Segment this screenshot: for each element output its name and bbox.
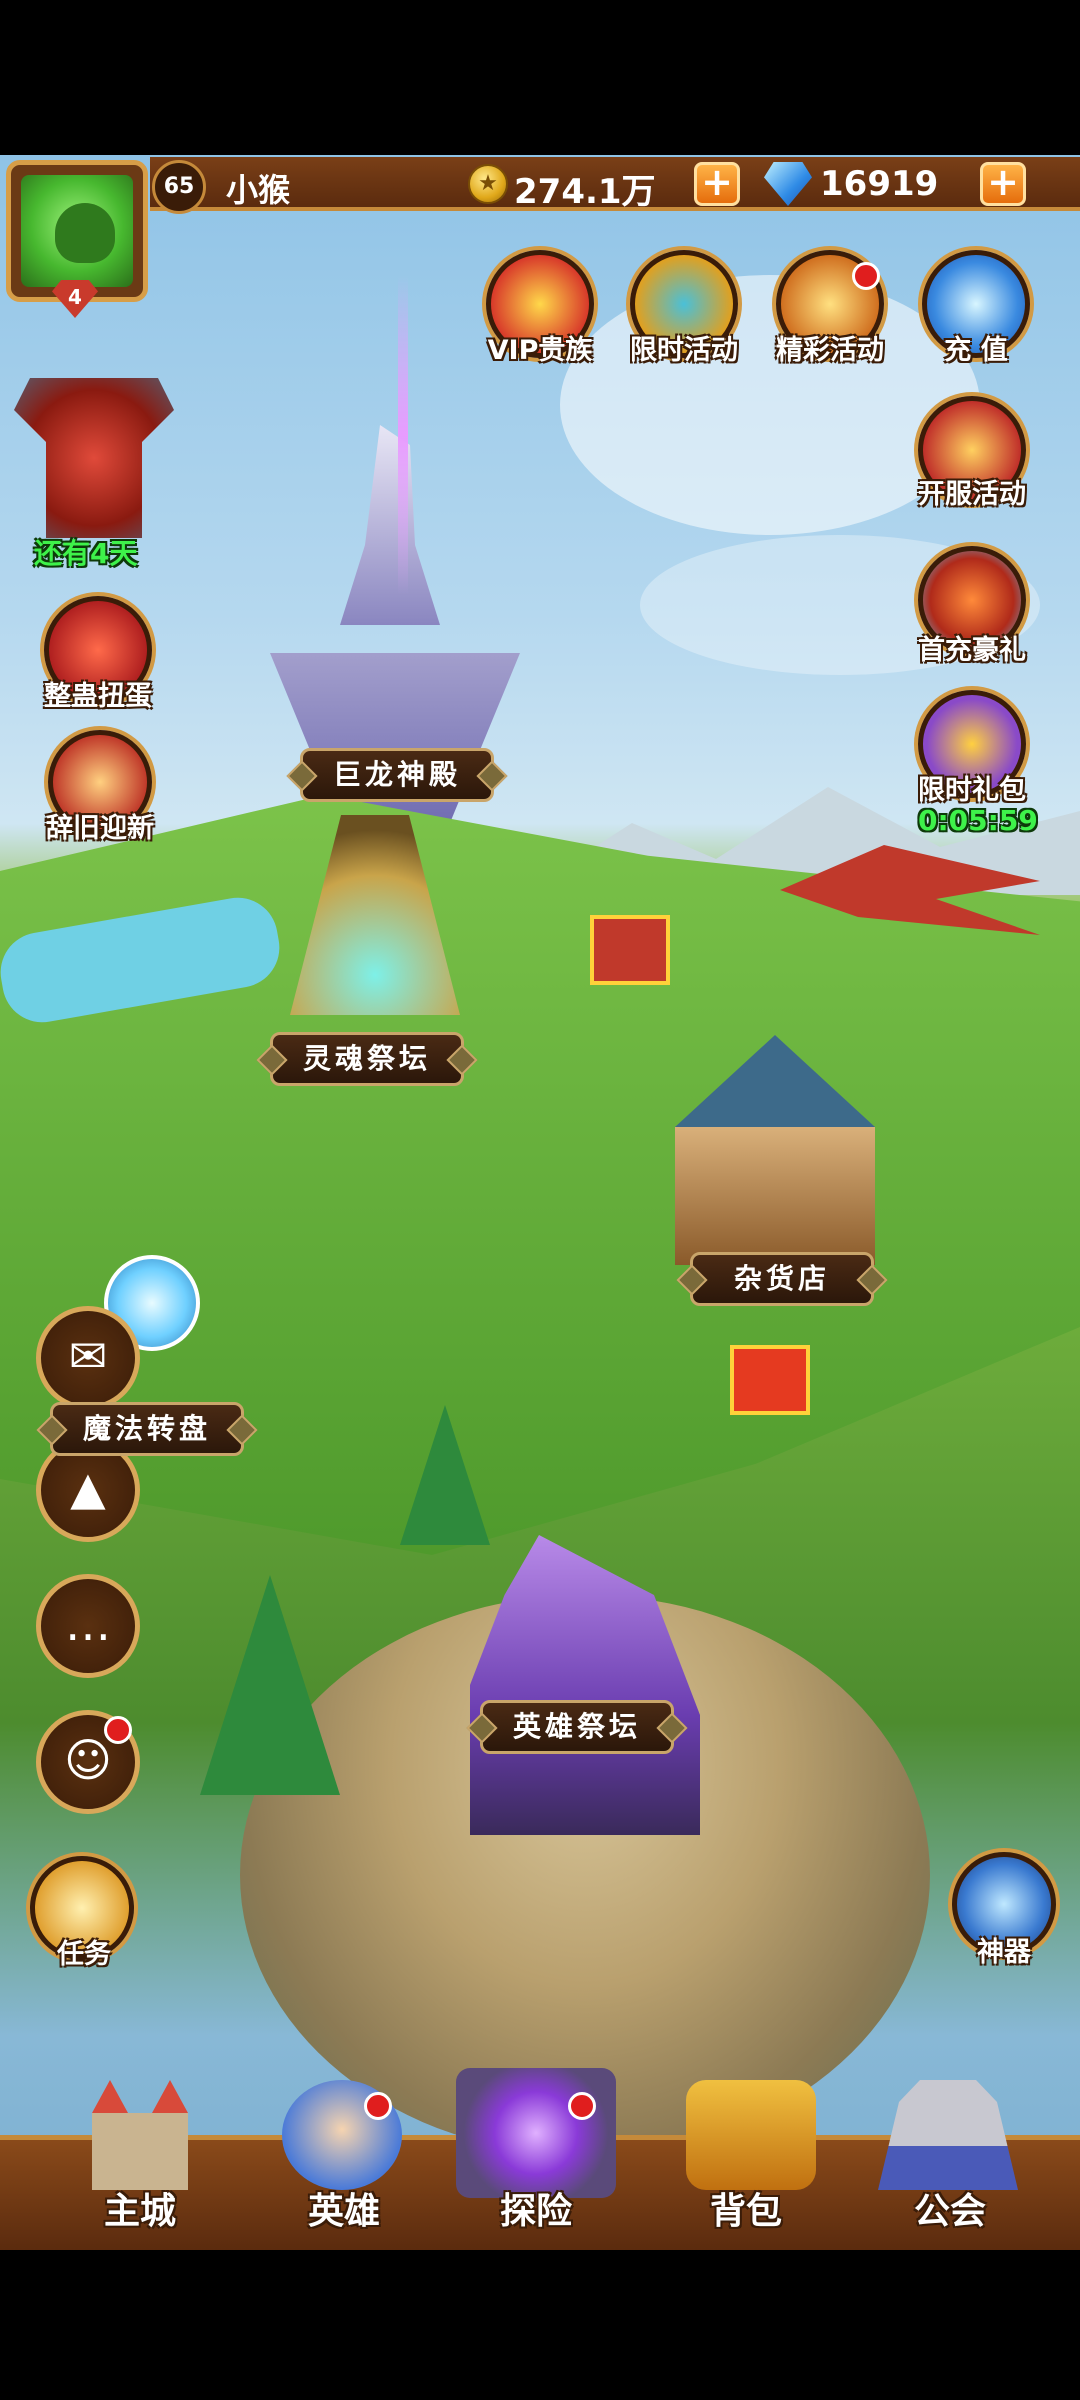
event-days-left: 还有4天 — [34, 537, 138, 570]
slime-skull-icon — [55, 203, 115, 263]
mail-icon[interactable]: ✉ — [36, 1306, 140, 1410]
player-name: 小猴 — [226, 171, 291, 209]
player-level: 65 — [152, 160, 206, 214]
recharge-label: 充 值 — [944, 335, 1008, 366]
gold-amount: 274.1万 — [514, 172, 656, 212]
hero-notification-dot — [364, 2092, 392, 2120]
shop-plaque[interactable]: 杂货店 — [690, 1252, 874, 1306]
events-label: 精彩活动 — [776, 335, 884, 366]
soul-altar-plaque[interactable]: 灵魂祭坛 — [270, 1032, 464, 1086]
magic-wheel-plaque[interactable]: 魔法转盘 — [50, 1402, 244, 1456]
chat-icon[interactable]: … — [36, 1574, 140, 1678]
friends-notification-dot — [104, 1716, 132, 1744]
vip-label: VIP贵族 — [487, 335, 593, 366]
light-beam — [398, 275, 408, 595]
hero-altar-crystal[interactable] — [470, 1535, 700, 1835]
add-diamond-button[interactable]: + — [980, 162, 1026, 206]
avatar-image — [21, 175, 133, 287]
dragon-temple-plaque[interactable]: 巨龙神殿 — [300, 748, 494, 802]
nav-explore[interactable]: 探险 — [484, 2182, 588, 2234]
limited-gift-label: 限时礼包 — [918, 775, 1026, 806]
gacha-label: 整蛊扭蛋 — [44, 681, 152, 712]
dragon-statue — [340, 425, 440, 625]
hero-altar-plaque[interactable]: 英雄祭坛 — [480, 1700, 674, 1754]
event-notification-dot — [852, 262, 880, 290]
nav-hero[interactable]: 英雄 — [292, 2182, 396, 2234]
christmas-tree — [200, 1575, 340, 1795]
gift-countdown: 0:05:59 — [918, 804, 1038, 837]
nav-guild[interactable]: 公会 — [898, 2182, 1002, 2234]
treasure-chest[interactable] — [590, 915, 670, 985]
add-gold-button[interactable]: + — [694, 162, 740, 206]
limited-event-label: 限时活动 — [630, 335, 738, 366]
explore-portal-icon[interactable] — [456, 2068, 616, 2198]
first-recharge-label: 首充豪礼 — [918, 635, 1026, 666]
gold-coin-icon: ★ — [468, 164, 508, 204]
nav-backpack[interactable]: 背包 — [694, 2182, 798, 2234]
new-year-label: 辞旧迎新 — [46, 813, 154, 844]
opening-event-label: 开服活动 — [918, 479, 1026, 510]
game-world — [0, 155, 1080, 2245]
artifact-label: 神器 — [977, 1937, 1031, 1968]
quest-label: 任务 — [57, 1939, 111, 1970]
nav-main-city[interactable]: 主城 — [88, 2182, 192, 2234]
diamond-amount: 16919 — [820, 164, 939, 204]
backpack-icon[interactable] — [686, 2080, 816, 2190]
explore-notification-dot — [568, 2092, 596, 2120]
gift-box[interactable] — [730, 1345, 810, 1415]
